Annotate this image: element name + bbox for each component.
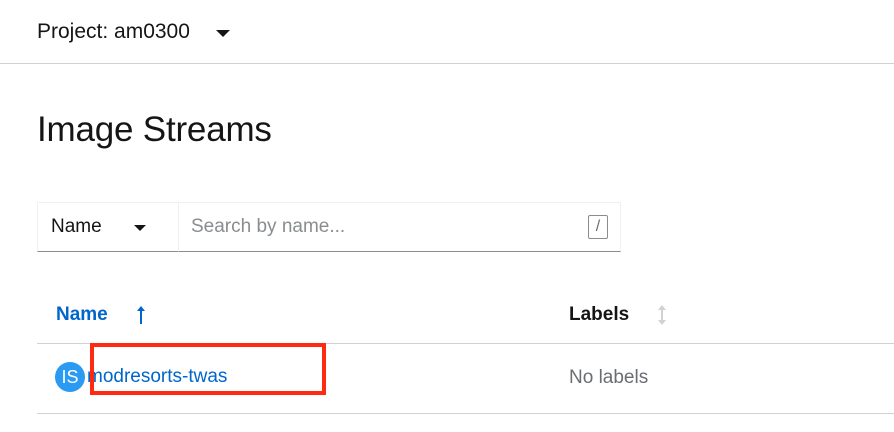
column-header-label: Name <box>56 304 108 325</box>
image-stream-badge: IS <box>55 362 85 392</box>
filter-toolbar: Name / <box>37 202 621 252</box>
labels-cell: No labels <box>569 367 649 388</box>
search-input[interactable] <box>191 203 571 251</box>
image-stream-link[interactable]: modresorts-twas <box>87 366 227 388</box>
sort-icon <box>657 304 667 326</box>
name-cell: IS modresorts-twas <box>55 362 227 392</box>
project-label: Project: am0300 <box>37 20 190 43</box>
filter-type-label: Name <box>51 216 102 237</box>
column-header-label: Labels <box>569 304 630 325</box>
image-streams-page: Project: am0300 Image Streams Name / Nam… <box>0 0 894 432</box>
image-streams-table: Name Labels IS modresorts-twas No labels <box>37 288 894 414</box>
page-title: Image Streams <box>37 110 272 149</box>
arrow-up-icon <box>136 305 146 325</box>
table-row: IS modresorts-twas No labels <box>37 344 894 414</box>
column-header-name[interactable]: Name <box>56 304 146 326</box>
filter-type-dropdown[interactable]: Name <box>37 202 179 252</box>
column-header-labels[interactable]: Labels <box>569 304 667 326</box>
table-header: Name Labels <box>37 288 894 344</box>
caret-down-icon <box>215 29 230 37</box>
search-box: / <box>179 202 621 252</box>
project-bar: Project: am0300 <box>0 0 894 64</box>
project-selector[interactable]: Project: am0300 <box>37 17 230 47</box>
caret-down-icon <box>133 225 146 231</box>
keyboard-shortcut-hint: / <box>588 215 608 239</box>
